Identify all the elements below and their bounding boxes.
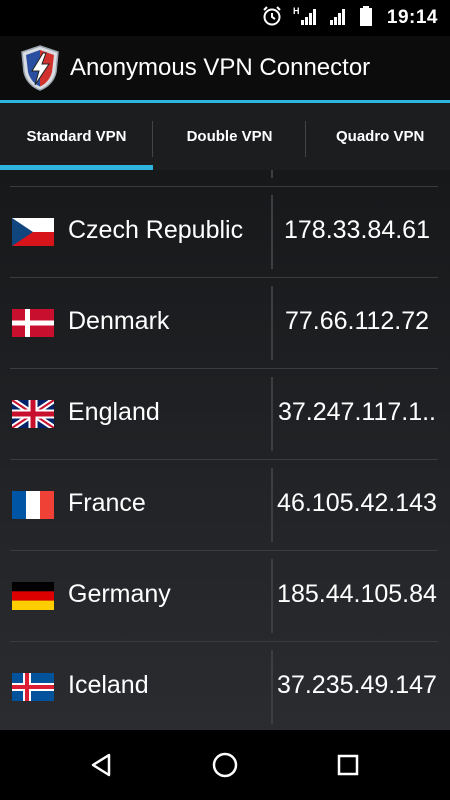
ip-address: 77.66.112.72 xyxy=(284,307,430,335)
row-divider xyxy=(10,550,438,551)
app-title: Anonymous VPN Connector xyxy=(70,54,371,81)
shield-lightning-icon xyxy=(18,44,62,92)
country-name: Denmark xyxy=(68,307,170,335)
denmark-flag-icon xyxy=(12,309,54,337)
server-list[interactable]: Czech Republic 178.33.84.61 Denmark 77.6… xyxy=(0,170,450,730)
signal-icon xyxy=(329,5,349,32)
row-divider xyxy=(10,368,438,369)
country-name: Germany xyxy=(68,580,171,608)
column-divider xyxy=(271,286,273,360)
list-item[interactable]: Germany 185.44.105.84 xyxy=(0,550,450,641)
column-divider xyxy=(271,650,273,724)
tab-label: Double VPN xyxy=(186,128,273,145)
battery-icon xyxy=(359,5,373,32)
ip-address: 185.44.105.84 xyxy=(277,580,437,608)
country-name: Iceland xyxy=(68,671,149,699)
tab-bar: Standard VPN Double VPN Quadro VPN xyxy=(0,103,450,170)
row-divider xyxy=(10,641,438,642)
column-divider xyxy=(271,377,273,451)
list-item[interactable]: Czech Republic 178.33.84.61 xyxy=(0,186,450,277)
czech-flag-icon xyxy=(12,218,54,246)
country-name: England xyxy=(68,398,160,426)
row-divider xyxy=(10,277,438,278)
action-bar: Anonymous VPN Connector xyxy=(0,36,450,100)
germany-flag-icon xyxy=(12,582,54,610)
country-name: France xyxy=(68,489,146,517)
column-divider xyxy=(271,170,273,178)
system-nav-bar xyxy=(0,730,450,800)
ip-address: 37.235.49.147 xyxy=(277,671,437,699)
list-item[interactable]: England 37.247.117.1.. xyxy=(0,368,450,459)
ip-address: 46.105.42.143 xyxy=(277,489,437,517)
column-divider xyxy=(271,559,273,633)
signal-h-icon: H xyxy=(293,5,319,32)
tab-label: Quadro VPN xyxy=(336,128,425,145)
list-item[interactable]: Denmark 77.66.112.72 xyxy=(0,277,450,368)
clock: 19:14 xyxy=(386,7,438,28)
ip-address: 178.33.84.61 xyxy=(284,216,430,244)
column-divider xyxy=(271,195,273,269)
tab-label: Standard VPN xyxy=(26,128,127,145)
back-icon[interactable] xyxy=(82,745,122,785)
status-bar: H 19:14 xyxy=(0,0,450,36)
list-item[interactable]: France 46.105.42.143 xyxy=(0,459,450,550)
svg-text:H: H xyxy=(293,6,300,16)
list-item[interactable]: Iceland 37.235.49.147 xyxy=(0,641,450,730)
country-name: Czech Republic xyxy=(68,216,244,244)
column-divider xyxy=(271,468,273,542)
recents-icon[interactable] xyxy=(328,745,368,785)
iceland-flag-icon xyxy=(12,673,54,701)
uk-flag-icon xyxy=(12,400,54,428)
row-divider xyxy=(10,186,438,187)
home-icon[interactable] xyxy=(205,745,245,785)
tab-standard-vpn[interactable]: Standard VPN xyxy=(0,103,153,170)
alarm-icon xyxy=(261,5,283,32)
tab-double-vpn[interactable]: Double VPN xyxy=(153,103,306,170)
row-divider xyxy=(10,459,438,460)
france-flag-icon xyxy=(12,491,54,519)
tab-quadro-vpn[interactable]: Quadro VPN xyxy=(306,103,450,170)
ip-address: 37.247.117.1.. xyxy=(277,398,436,426)
